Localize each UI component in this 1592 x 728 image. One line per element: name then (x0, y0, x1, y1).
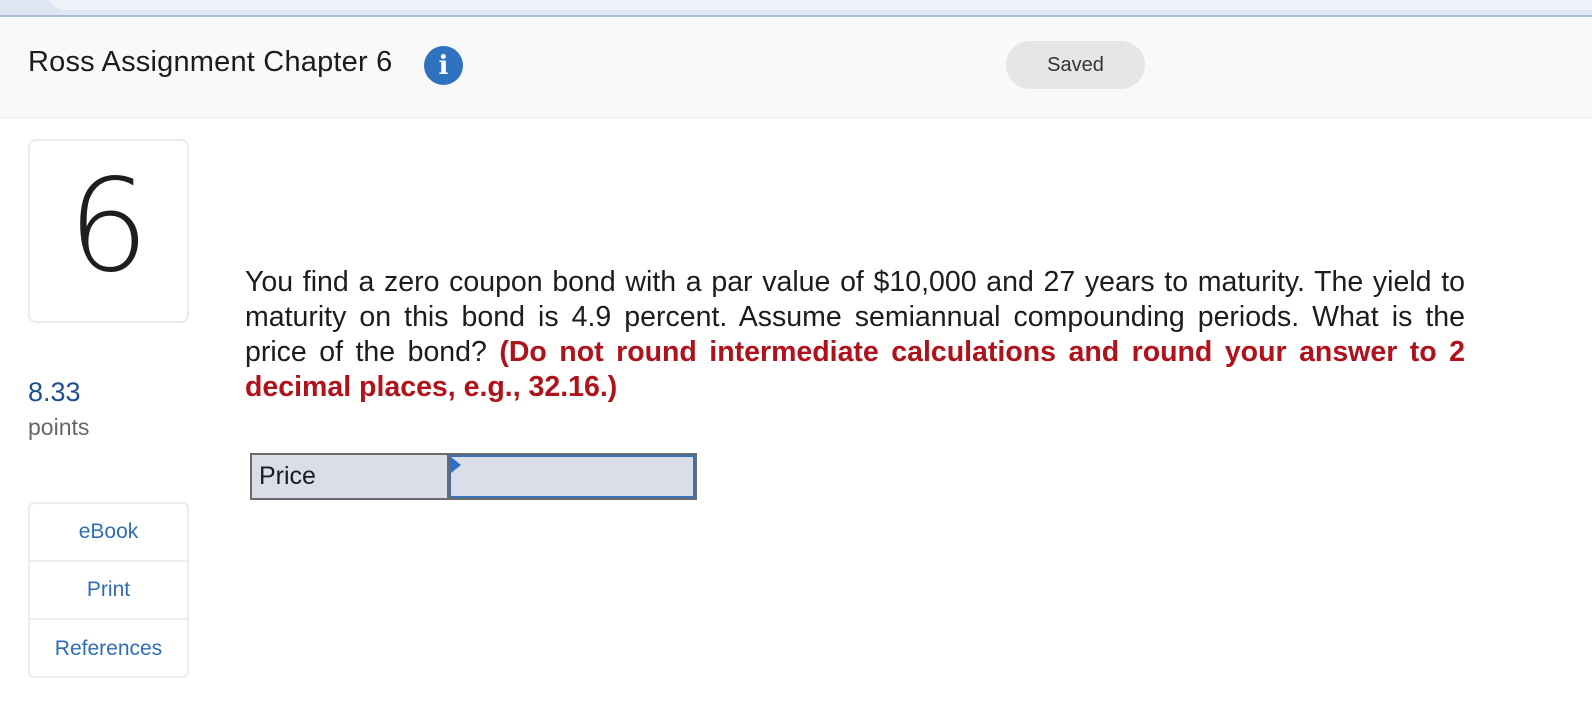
assignment-header: Ross Assignment Chapter 6 i Saved (0, 18, 1592, 118)
references-link[interactable]: References (30, 620, 187, 678)
answer-table: Price (250, 453, 697, 500)
points-label: points (28, 414, 90, 440)
price-label: Price (252, 455, 449, 498)
assignment-title: Ross Assignment Chapter 6 (28, 46, 393, 78)
question-number-box: 6 (28, 139, 189, 323)
tab-curve (48, 0, 1592, 10)
saved-status-badge: Saved (1006, 41, 1145, 89)
price-input[interactable] (451, 457, 693, 496)
question-text: You find a zero coupon bond with a par v… (245, 265, 1465, 405)
resource-list: eBook Print References (28, 502, 189, 678)
price-input-cell[interactable] (449, 455, 695, 498)
question-number: 6 (67, 152, 150, 301)
print-link[interactable]: Print (30, 562, 187, 620)
info-icon[interactable]: i (424, 46, 463, 85)
input-marker-icon (451, 457, 461, 473)
ebook-link[interactable]: eBook (30, 504, 187, 562)
points-value: 8.33 (28, 377, 81, 407)
browser-tab-strip (0, 0, 1592, 18)
